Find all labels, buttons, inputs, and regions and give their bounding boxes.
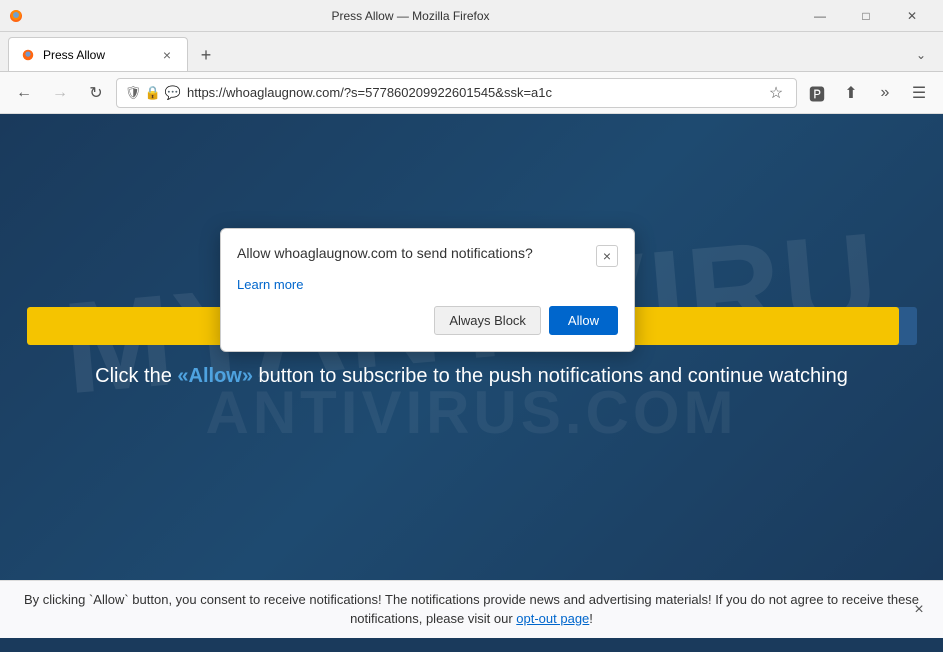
url-text: https://whoaglaugnow.com/?s=577860209922…: [187, 85, 758, 100]
bottom-bar-text: By clicking `Allow` button, you consent …: [16, 591, 927, 627]
reload-button[interactable]: ↻: [80, 77, 112, 109]
lock-icon: 🔒: [145, 85, 161, 101]
subscribe-allow-highlight: «Allow»: [177, 365, 253, 387]
always-block-button[interactable]: Always Block: [434, 306, 541, 335]
address-bar[interactable]: 🛡 🔒 💬 https://whoaglaugnow.com/?s=577860…: [116, 78, 797, 108]
browser-tab[interactable]: Press Allow ×: [8, 37, 188, 71]
title-bar-left: [8, 8, 24, 24]
minimize-button[interactable]: —: [797, 0, 843, 32]
forward-button[interactable]: →: [44, 77, 76, 109]
subscribe-text-post: button to subscribe to the push notifica…: [253, 365, 848, 387]
title-bar: Press Allow — Mozilla Firefox — □ ✕: [0, 0, 943, 32]
subscribe-instruction-text: Click the «Allow» button to subscribe to…: [95, 365, 848, 388]
back-button[interactable]: ←: [8, 77, 40, 109]
tab-list-button[interactable]: ⌄: [907, 41, 935, 69]
share-button[interactable]: ⬆: [835, 77, 867, 109]
bookmark-button[interactable]: ☆: [764, 81, 788, 105]
tab-title: Press Allow: [43, 48, 151, 62]
nav-bar: ← → ↻ 🛡 🔒 💬 https://whoaglaugnow.com/?s=…: [0, 72, 943, 114]
popup-action-buttons: Always Block Allow: [237, 306, 618, 335]
popup-title: Allow whoaglaugnow.com to send notificat…: [237, 245, 596, 261]
subscribe-text-pre: Click the: [95, 365, 177, 387]
bottom-notification-bar: By clicking `Allow` button, you consent …: [0, 580, 943, 638]
shield-icon: 🛡: [125, 85, 141, 101]
notification-permission-icon: 💬: [165, 85, 181, 101]
firefox-logo-icon: [8, 8, 24, 24]
window-title: Press Allow — Mozilla Firefox: [24, 9, 797, 23]
tab-bar: Press Allow × + ⌄: [0, 32, 943, 72]
notification-permission-popup: Allow whoaglaugnow.com to send notificat…: [220, 228, 635, 352]
popup-header: Allow whoaglaugnow.com to send notificat…: [237, 245, 618, 267]
window-controls: — □ ✕: [797, 0, 935, 32]
bottom-bar-close-button[interactable]: ×: [907, 598, 931, 622]
opt-out-link[interactable]: opt-out page: [516, 611, 589, 626]
bottom-bar-text-post: !: [589, 611, 593, 626]
new-tab-button[interactable]: +: [192, 41, 220, 69]
maximize-button[interactable]: □: [843, 0, 889, 32]
watermark-text-line2: ANTIVIRUS.COM: [63, 378, 880, 447]
more-tools-button[interactable]: »: [869, 77, 901, 109]
bottom-bar-text-pre: By clicking `Allow` button, you consent …: [24, 592, 919, 625]
learn-more-link[interactable]: Learn more: [237, 277, 618, 292]
popup-close-button[interactable]: ×: [596, 245, 618, 267]
tab-favicon-icon: [21, 48, 35, 62]
main-content: MYANTIVIRU ANTIVIRUS.COM 98% Click the «…: [0, 114, 943, 580]
close-window-button[interactable]: ✕: [889, 0, 935, 32]
allow-button[interactable]: Allow: [549, 306, 618, 335]
right-nav-buttons: 🅿 ⬆ » ☰: [801, 77, 935, 109]
address-security-icons: 🛡 🔒 💬: [125, 85, 181, 101]
menu-button[interactable]: ☰: [903, 77, 935, 109]
tab-close-button[interactable]: ×: [159, 47, 175, 63]
pocket-button[interactable]: 🅿: [801, 77, 833, 109]
